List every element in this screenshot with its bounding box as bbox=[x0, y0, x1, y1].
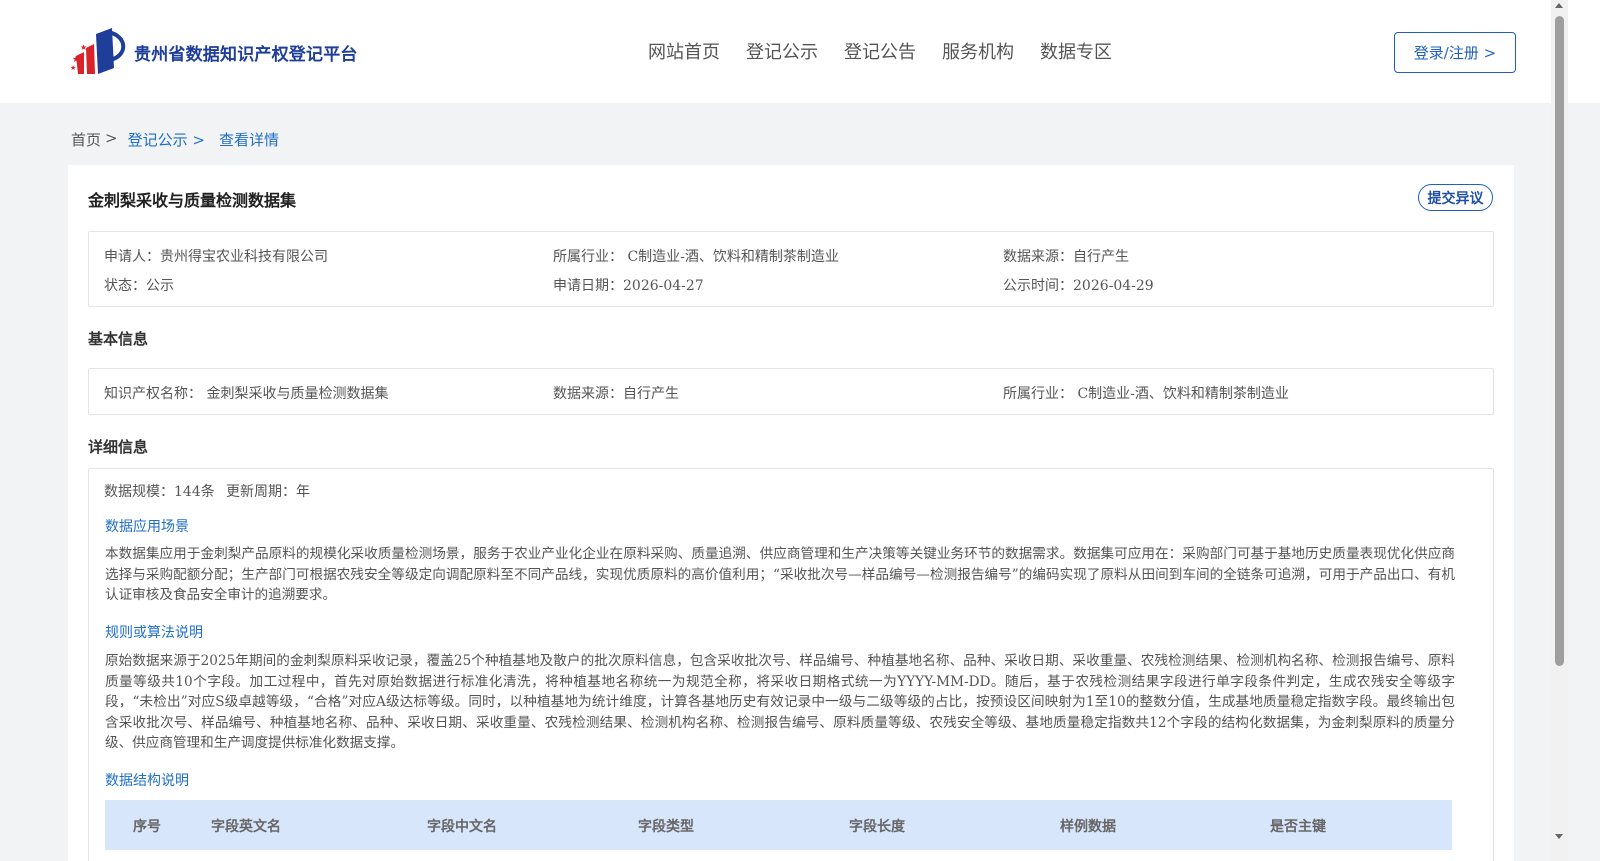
scroll-up-arrow-icon[interactable] bbox=[1555, 3, 1563, 8]
page-scrollbar[interactable] bbox=[1551, 0, 1568, 861]
scenario-heading: 数据应用场景 bbox=[105, 519, 189, 535]
industry-field: 所属行业： C制造业-酒、饮料和精制茶制造业 bbox=[553, 249, 839, 265]
top-header: ★ ★ ★ 贵州省数据知识产权登记平台 网站首页 登记公示 登记公告 服务机构 … bbox=[0, 0, 1600, 103]
structure-table-header: 序号 字段英文名 字段中文名 字段类型 字段长度 样例数据 是否主键 bbox=[105, 800, 1452, 850]
data-source-field: 数据来源：自行产生 bbox=[1003, 249, 1129, 265]
th-field-length: 字段长度 bbox=[849, 819, 905, 835]
scroll-down-arrow-icon[interactable] bbox=[1555, 834, 1563, 839]
breadcrumb-publicity[interactable]: 登记公示 > bbox=[128, 129, 205, 150]
breadcrumb-current: 查看详情 bbox=[218, 131, 279, 149]
nav-service-agencies[interactable]: 服务机构 bbox=[942, 38, 1014, 64]
basic-source-field: 数据来源：自行产生 bbox=[553, 386, 679, 402]
logo-emblem-icon: ★ ★ ★ bbox=[70, 26, 130, 78]
update-cycle-field: 更新周期：年 bbox=[226, 484, 310, 500]
page-title: 金刺梨采收与质量检测数据集 bbox=[88, 191, 297, 210]
detail-info-panel: 数据规模：144条 更新周期：年 数据应用场景 本数据集应用于金刺梨产品原料的规… bbox=[88, 468, 1494, 861]
nav-registration-publicity[interactable]: 登记公示 bbox=[746, 38, 818, 64]
basic-info-heading: 基本信息 bbox=[88, 330, 149, 348]
site-logo[interactable]: ★ ★ ★ 贵州省数据知识产权登记平台 bbox=[70, 26, 358, 78]
apply-date-field: 申请日期：2026-04-27 bbox=[553, 278, 704, 294]
th-index: 序号 bbox=[133, 819, 161, 835]
publish-date-field: 公示时间：2026-04-29 bbox=[1003, 278, 1154, 294]
main-nav: 网站首页 登记公示 登记公告 服务机构 数据专区 bbox=[648, 38, 1112, 64]
data-scale-field: 数据规模：144条 bbox=[104, 484, 215, 500]
th-field-cn: 字段中文名 bbox=[427, 819, 497, 835]
basic-info-panel: 知识产权名称： 金刺梨采收与质量检测数据集 数据来源：自行产生 所属行业： C制… bbox=[88, 368, 1494, 415]
breadcrumb: 首页 > 登记公示 > 查看详情 bbox=[71, 129, 279, 150]
ip-name-field: 知识产权名称： 金刺梨采收与质量检测数据集 bbox=[104, 386, 389, 402]
basic-industry-field: 所属行业： C制造业-酒、饮料和精制茶制造业 bbox=[1003, 386, 1289, 402]
scenario-text: 本数据集应用于金刺梨产品原料的规模化采收质量检测场景，服务于农业产业化企业在原料… bbox=[105, 546, 1455, 604]
breadcrumb-separator: > bbox=[105, 129, 118, 147]
th-field-en: 字段英文名 bbox=[211, 819, 281, 835]
submit-objection-button[interactable]: 提交异议 bbox=[1418, 184, 1493, 211]
status-field: 状态：公示 bbox=[104, 278, 174, 294]
nav-data-zone[interactable]: 数据专区 bbox=[1040, 38, 1112, 64]
summary-panel: 申请人：贵州得宝农业科技有限公司 所属行业： C制造业-酒、饮料和精制茶制造业 … bbox=[88, 231, 1494, 307]
applicant-field: 申请人：贵州得宝农业科技有限公司 bbox=[104, 249, 328, 265]
th-field-type: 字段类型 bbox=[638, 819, 694, 835]
rules-heading: 规则或算法说明 bbox=[105, 625, 203, 641]
scroll-thumb[interactable] bbox=[1555, 16, 1564, 666]
login-register-button[interactable]: 登录/注册 > bbox=[1394, 32, 1516, 73]
site-name: 贵州省数据知识产权登记平台 bbox=[134, 44, 358, 65]
svg-text:★: ★ bbox=[70, 64, 76, 72]
breadcrumb-home[interactable]: 首页 bbox=[71, 129, 101, 150]
detail-info-heading: 详细信息 bbox=[88, 438, 149, 456]
th-primary-key: 是否主键 bbox=[1270, 819, 1326, 835]
detail-card: 金刺梨采收与质量检测数据集 提交异议 申请人：贵州得宝农业科技有限公司 所属行业… bbox=[68, 165, 1514, 861]
svg-text:★: ★ bbox=[80, 43, 87, 52]
nav-home[interactable]: 网站首页 bbox=[648, 38, 720, 64]
rules-text: 原始数据来源于2025年期间的金刺梨原料采收记录，覆盖25个种植基地及散户的批次… bbox=[105, 653, 1455, 752]
th-sample-data: 样例数据 bbox=[1060, 819, 1116, 835]
nav-registration-announcement[interactable]: 登记公告 bbox=[844, 38, 916, 64]
structure-heading: 数据结构说明 bbox=[105, 773, 189, 789]
